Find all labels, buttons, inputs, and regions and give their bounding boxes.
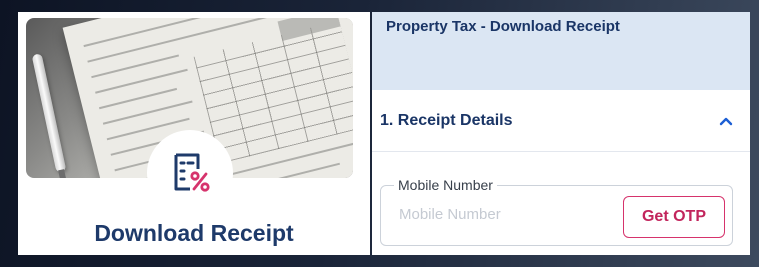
download-receipt-card[interactable]: Download Receipt	[18, 12, 370, 255]
mobile-number-label: Mobile Number	[394, 177, 497, 193]
panel-header: Property Tax - Download Receipt	[372, 12, 750, 90]
get-otp-button[interactable]: Get OTP	[623, 196, 725, 238]
receipt-icon-badge	[147, 130, 233, 216]
chevron-up-icon[interactable]	[718, 113, 734, 129]
receipt-details-accordion[interactable]: 1. Receipt Details	[372, 90, 750, 152]
pen	[31, 53, 67, 178]
mobile-number-input[interactable]	[399, 206, 599, 223]
mobile-number-field: Mobile Number Get OTP	[380, 177, 733, 246]
section-title: 1. Receipt Details	[380, 111, 513, 129]
receipt-percent-icon	[174, 153, 210, 192]
page-title: Property Tax - Download Receipt	[386, 18, 620, 35]
download-receipt-title: Download Receipt	[94, 220, 294, 246]
receipt-form-panel: Property Tax - Download Receipt 1. Recei…	[372, 12, 750, 255]
